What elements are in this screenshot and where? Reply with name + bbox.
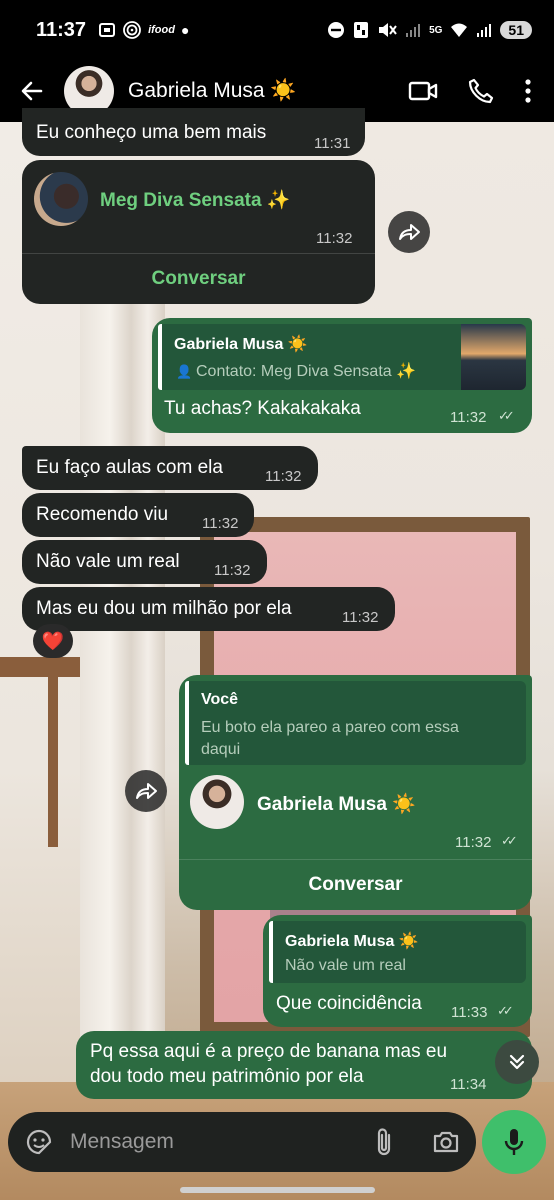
quote-title: Gabriela Musa ☀️	[174, 336, 308, 353]
voice-message-button[interactable]	[482, 1110, 546, 1174]
status-right-icons: 5G 51	[327, 21, 532, 39]
quote-bar	[185, 681, 189, 765]
message-input[interactable]: Mensagem	[70, 1130, 174, 1154]
message-time: 11:31	[314, 135, 351, 152]
message-text: Que coincidência	[276, 993, 422, 1014]
read-ticks-icon: ✓✓	[501, 833, 518, 848]
screenshot-icon	[99, 23, 116, 37]
sticker-icon[interactable]	[24, 1127, 54, 1157]
message-time: 11:34	[450, 1076, 487, 1093]
message-time: 11:33	[451, 1004, 488, 1021]
forward-button[interactable]	[388, 211, 430, 253]
double-chevron-down-icon	[509, 1054, 525, 1070]
notification-dot-icon: ●	[180, 22, 190, 38]
contact-card-name: Meg Diva Sensata ✨	[100, 190, 291, 211]
status-time: 11:37	[36, 18, 87, 41]
message-outgoing-reply[interactable]: Gabriela Musa ☀️ 👤 Contato: Meg Diva Sen…	[152, 318, 532, 433]
contact-card-avatar	[190, 775, 244, 829]
contact-name[interactable]: Gabriela Musa ☀️	[128, 79, 297, 103]
message-incoming[interactable]: Eu conheço uma bem mais 11:31	[22, 108, 365, 156]
message-text: Eu conheço uma bem mais	[36, 122, 267, 143]
message-text: Recomendo viu	[36, 504, 169, 525]
signal-icon	[406, 24, 421, 37]
status-bar: 11:37 ifood ● 5G 51	[0, 0, 554, 60]
message-outgoing-reply[interactable]: Gabriela Musa ☀️ Não vale um real Que co…	[263, 915, 532, 1027]
quote-bar	[269, 921, 273, 983]
read-ticks-icon: ✓✓	[498, 408, 515, 423]
message-incoming[interactable]: Não vale um real 11:32	[22, 540, 267, 584]
nfc-icon	[354, 22, 369, 38]
contact-card-chat-button[interactable]: Conversar	[22, 268, 375, 290]
message-text-line: dou todo meu patrimônio por ela	[90, 1066, 364, 1087]
network-5g-label: 5G	[429, 24, 443, 36]
message-text: Não vale um real	[36, 551, 180, 572]
message-incoming[interactable]: Recomendo viu 11:32	[22, 493, 254, 537]
message-time: 11:32	[455, 834, 492, 851]
gesture-nav-bar[interactable]	[180, 1187, 375, 1193]
message-time: 11:32	[342, 609, 379, 626]
composer-actions	[374, 1127, 460, 1157]
battery-icon: 51	[500, 21, 532, 39]
message-time: 11:32	[316, 230, 353, 247]
message-incoming-contact-card[interactable]: Meg Diva Sensata ✨ 11:32 Conversar	[22, 160, 375, 304]
message-text-line: Pq essa aqui é a preço de banana mas eu	[90, 1041, 448, 1062]
video-call-icon[interactable]	[408, 79, 438, 103]
microphone-icon	[504, 1129, 524, 1155]
contact-card-divider	[179, 859, 532, 860]
message-outgoing[interactable]: Pq essa aqui é a preço de banana mas eu …	[76, 1031, 532, 1099]
wallpaper-table	[0, 657, 80, 677]
read-ticks-icon: ✓✓	[497, 1003, 514, 1018]
header-actions	[408, 78, 554, 104]
quote-subtitle: Não vale um real	[285, 957, 406, 974]
dnd-icon	[328, 22, 345, 38]
message-time: 11:32	[265, 468, 302, 485]
quote-title: Gabriela Musa ☀️	[285, 933, 419, 950]
fingerprint-icon	[123, 21, 141, 39]
message-composer[interactable]: Mensagem	[8, 1112, 476, 1172]
message-time: 11:32	[202, 515, 239, 532]
quote-title: Você	[201, 691, 239, 708]
forward-button[interactable]	[125, 770, 167, 812]
quote-line: Eu boto ela pareo a pareo com essa	[201, 719, 459, 736]
more-options-icon[interactable]	[524, 78, 532, 104]
heart-reaction[interactable]: ❤️	[33, 624, 73, 658]
status-left-icons: ifood ●	[98, 20, 189, 40]
message-text: Eu faço aulas com ela	[36, 457, 223, 478]
quote-subtitle: Contato: Meg Diva Sensata ✨	[196, 363, 417, 380]
message-time: 11:32	[214, 562, 251, 579]
ifood-icon: ifood	[148, 24, 175, 36]
wifi-icon	[451, 23, 468, 37]
phone-call-icon[interactable]	[468, 78, 494, 104]
reply-quote[interactable]: Gabriela Musa ☀️ 👤 Contato: Meg Diva Sen…	[158, 324, 526, 390]
message-outgoing-contact-card[interactable]: Você Eu boto ela pareo a pareo com essa …	[179, 675, 532, 910]
contact-card-name: Gabriela Musa ☀️	[257, 794, 416, 815]
person-icon: 👤	[176, 364, 193, 379]
quote-line: daqui	[201, 741, 241, 758]
contact-card-avatar	[34, 172, 88, 226]
reply-quote[interactable]: Você Eu boto ela pareo a pareo com essa …	[185, 681, 526, 765]
scroll-to-bottom-button[interactable]	[495, 1040, 539, 1084]
quote-thumbnail	[461, 324, 526, 390]
signal-strength-icon	[477, 24, 492, 37]
message-time: 11:32	[450, 409, 487, 426]
contact-card-divider	[22, 253, 375, 254]
heart-icon: ❤️	[41, 630, 65, 651]
contact-card-chat-button[interactable]: Conversar	[179, 874, 532, 896]
wallpaper-table-leg	[48, 677, 58, 847]
forward-icon	[136, 783, 157, 799]
message-incoming[interactable]: Mas eu dou um milhão por ela 11:32	[22, 587, 395, 631]
camera-icon[interactable]	[432, 1129, 460, 1155]
reply-quote[interactable]: Gabriela Musa ☀️ Não vale um real	[269, 921, 526, 983]
message-text: Mas eu dou um milhão por ela	[36, 598, 292, 619]
message-incoming[interactable]: Eu faço aulas com ela 11:32	[22, 446, 318, 490]
quote-bar	[158, 324, 162, 390]
mute-icon	[379, 23, 397, 37]
forward-icon	[399, 224, 420, 240]
arrow-left-icon	[21, 81, 43, 101]
attach-icon[interactable]	[374, 1127, 394, 1157]
message-text: Tu achas? Kakakakaka	[164, 398, 361, 419]
